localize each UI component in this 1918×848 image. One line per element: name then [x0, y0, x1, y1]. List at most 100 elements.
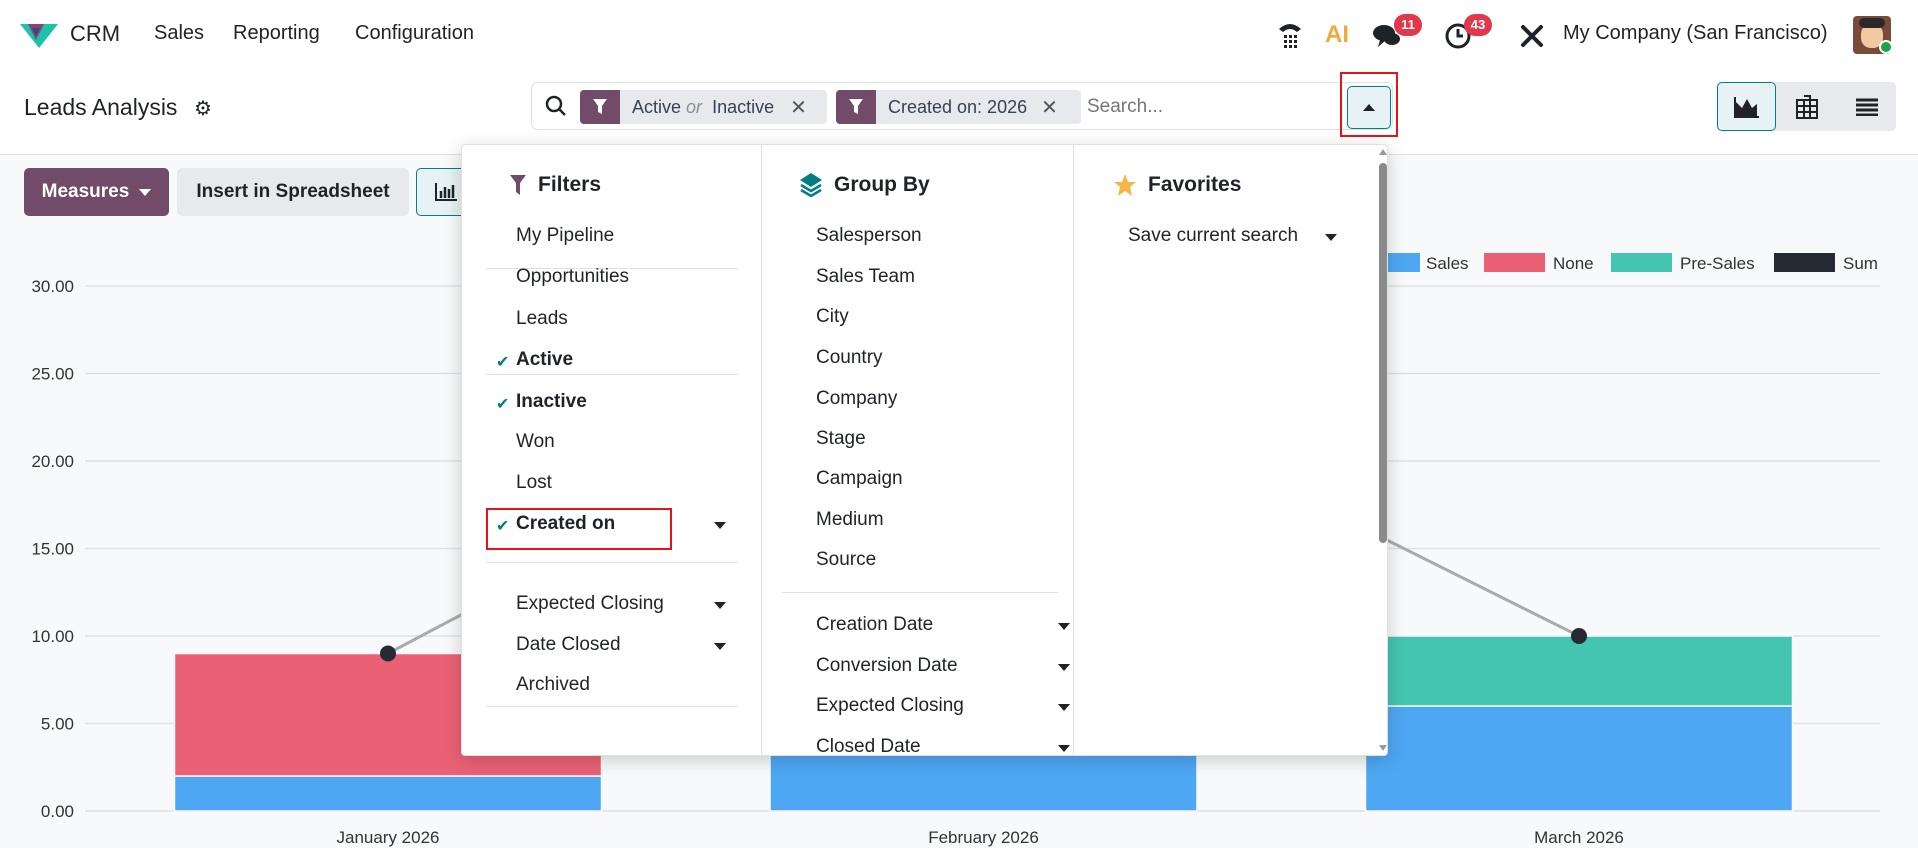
list-view-button[interactable]: [1837, 82, 1896, 131]
measures-button[interactable]: Measures: [24, 168, 169, 216]
caret-down-icon[interactable]: [1325, 234, 1337, 241]
star-icon: [1114, 174, 1136, 196]
menu-item-expected-closing[interactable]: Expected Closing: [516, 593, 664, 615]
gear-icon[interactable]: ⚙: [193, 98, 213, 120]
groupby-title: Group By: [834, 173, 930, 196]
insert-in-spreadsheet-button[interactable]: Insert in Spreadsheet: [177, 168, 409, 216]
facet-active-or-inactive: Active or Inactive ✕: [580, 90, 827, 124]
legend-swatch-pre-sales: [1611, 253, 1672, 272]
save-current-search[interactable]: Save current search: [1128, 225, 1298, 247]
menu-sales[interactable]: Sales: [154, 22, 204, 45]
highlight-lost: [486, 508, 672, 550]
dropdown-scrollbar[interactable]: [1377, 145, 1387, 755]
menu-item-inactive[interactable]: Inactive: [516, 391, 587, 413]
menu-item-my-pipeline[interactable]: My Pipeline: [516, 225, 614, 247]
legend-label-none: None: [1553, 254, 1594, 273]
menu-divider: [486, 706, 738, 707]
caret-down-icon[interactable]: [1058, 745, 1070, 752]
caret-down-icon[interactable]: [1058, 664, 1070, 671]
menu-item-active[interactable]: Active: [516, 349, 573, 371]
menu-divider: [782, 592, 1058, 593]
menu-item-source[interactable]: Source: [816, 549, 876, 571]
menu-item-won[interactable]: Won: [516, 431, 555, 453]
phone-icon[interactable]: [1275, 18, 1305, 52]
list-icon: [1855, 98, 1878, 116]
filter-icon: [580, 90, 620, 124]
crm-logo-icon[interactable]: [18, 20, 60, 50]
menu-item-campaign[interactable]: Campaign: [816, 468, 903, 490]
groupby-header: Group By: [800, 173, 930, 197]
caret-down-icon: [139, 188, 152, 196]
pivot-view-button[interactable]: [1777, 82, 1836, 131]
caret-down-icon[interactable]: [714, 602, 726, 609]
bar-sales: [173, 775, 603, 812]
company-switcher[interactable]: My Company (San Francisco): [1563, 22, 1828, 45]
menu-item-creation-date[interactable]: Creation Date: [816, 614, 933, 636]
activities-badge: 43: [1464, 14, 1492, 36]
y-tick-label: 5.00: [41, 715, 74, 734]
menu-item-date-closed[interactable]: Date Closed: [516, 634, 621, 656]
checkmark-icon: ✔: [496, 354, 510, 371]
legend-label-pre-sales: Pre-Sales: [1680, 254, 1755, 273]
filters-column: Filters My Pipeline Opportunities Leads Act…: [462, 145, 761, 755]
remove-facet-icon[interactable]: ✕: [790, 95, 807, 120]
x-tick-label: February 2026: [928, 828, 1039, 847]
scrollbar-thumb[interactable]: [1379, 163, 1387, 543]
menu-divider: [486, 374, 738, 375]
menu-item-country[interactable]: Country: [816, 347, 883, 369]
menu-item-company[interactable]: Company: [816, 388, 897, 410]
menu-item-conversion-date[interactable]: Conversion Date: [816, 655, 958, 677]
legend-swatch-none: [1484, 253, 1545, 272]
x-tick-label: March 2026: [1534, 828, 1624, 847]
menu-item-salesperson[interactable]: Salesperson: [816, 225, 922, 247]
graph-view-button[interactable]: [1717, 82, 1776, 131]
favorites-column: Favorites Save current search: [1074, 145, 1374, 755]
menu-item-expected-closing[interactable]: Expected Closing: [816, 695, 964, 717]
caret-down-icon[interactable]: [1058, 704, 1070, 711]
menu-item-medium[interactable]: Medium: [816, 509, 884, 531]
view-switcher: [1717, 82, 1896, 131]
page-title: Leads Analysis: [24, 94, 178, 120]
measures-label: Measures: [41, 181, 130, 202]
layers-icon: [800, 173, 822, 197]
menu-reporting[interactable]: Reporting: [233, 22, 320, 45]
menu-item-sales-team[interactable]: Sales Team: [816, 266, 915, 288]
table-icon: [1795, 94, 1818, 119]
bar-sales: [1364, 705, 1794, 812]
area-chart-icon: [1733, 96, 1759, 118]
sum-point: [380, 645, 396, 662]
menu-item-archived[interactable]: Archived: [516, 674, 590, 696]
facet-created-on: Created on: 2026 ✕: [836, 90, 1081, 124]
y-tick-label: 10.00: [31, 627, 74, 646]
search-panel-dropdown: Filters My Pipeline Opportunities Leads Act…: [461, 144, 1388, 756]
tools-icon[interactable]: [1518, 22, 1546, 50]
menu-item-stage[interactable]: Stage: [816, 428, 866, 450]
caret-down-icon[interactable]: [714, 643, 726, 650]
caret-down-icon[interactable]: [714, 522, 726, 529]
caret-down-icon[interactable]: [1058, 623, 1070, 630]
app-name[interactable]: CRM: [70, 21, 120, 47]
favorites-header: Favorites: [1114, 173, 1241, 197]
online-status-icon: [1879, 40, 1893, 54]
search-input[interactable]: [1087, 91, 1327, 123]
ai-icon[interactable]: AI: [1322, 20, 1352, 50]
favorites-title: Favorites: [1148, 173, 1242, 196]
remove-facet-icon[interactable]: ✕: [1041, 95, 1058, 120]
menu-item-leads[interactable]: Leads: [516, 308, 568, 330]
menu-item-closed-date[interactable]: Closed Date: [816, 736, 921, 755]
filter-icon: [510, 175, 526, 195]
search-bar: Active or Inactive ✕ Created on: 2026 ✕: [531, 82, 1393, 130]
menu-divider: [486, 562, 738, 563]
search-icon[interactable]: [544, 94, 568, 118]
top-navbar: CRM Sales Reporting Configuration AI 11 …: [0, 0, 1918, 72]
menu-item-city[interactable]: City: [816, 306, 849, 328]
bar-pre-sales: [1364, 635, 1794, 707]
y-tick-label: 20.00: [31, 452, 74, 471]
menu-item-opportunities[interactable]: Opportunities: [516, 266, 629, 288]
highlight-toggle: [1340, 72, 1398, 137]
facet-or: or: [681, 96, 708, 117]
menu-item-lost[interactable]: Lost: [516, 472, 552, 494]
x-tick-label: January 2026: [336, 828, 439, 847]
messages-badge: 11: [1394, 14, 1422, 36]
menu-configuration[interactable]: Configuration: [355, 22, 474, 45]
